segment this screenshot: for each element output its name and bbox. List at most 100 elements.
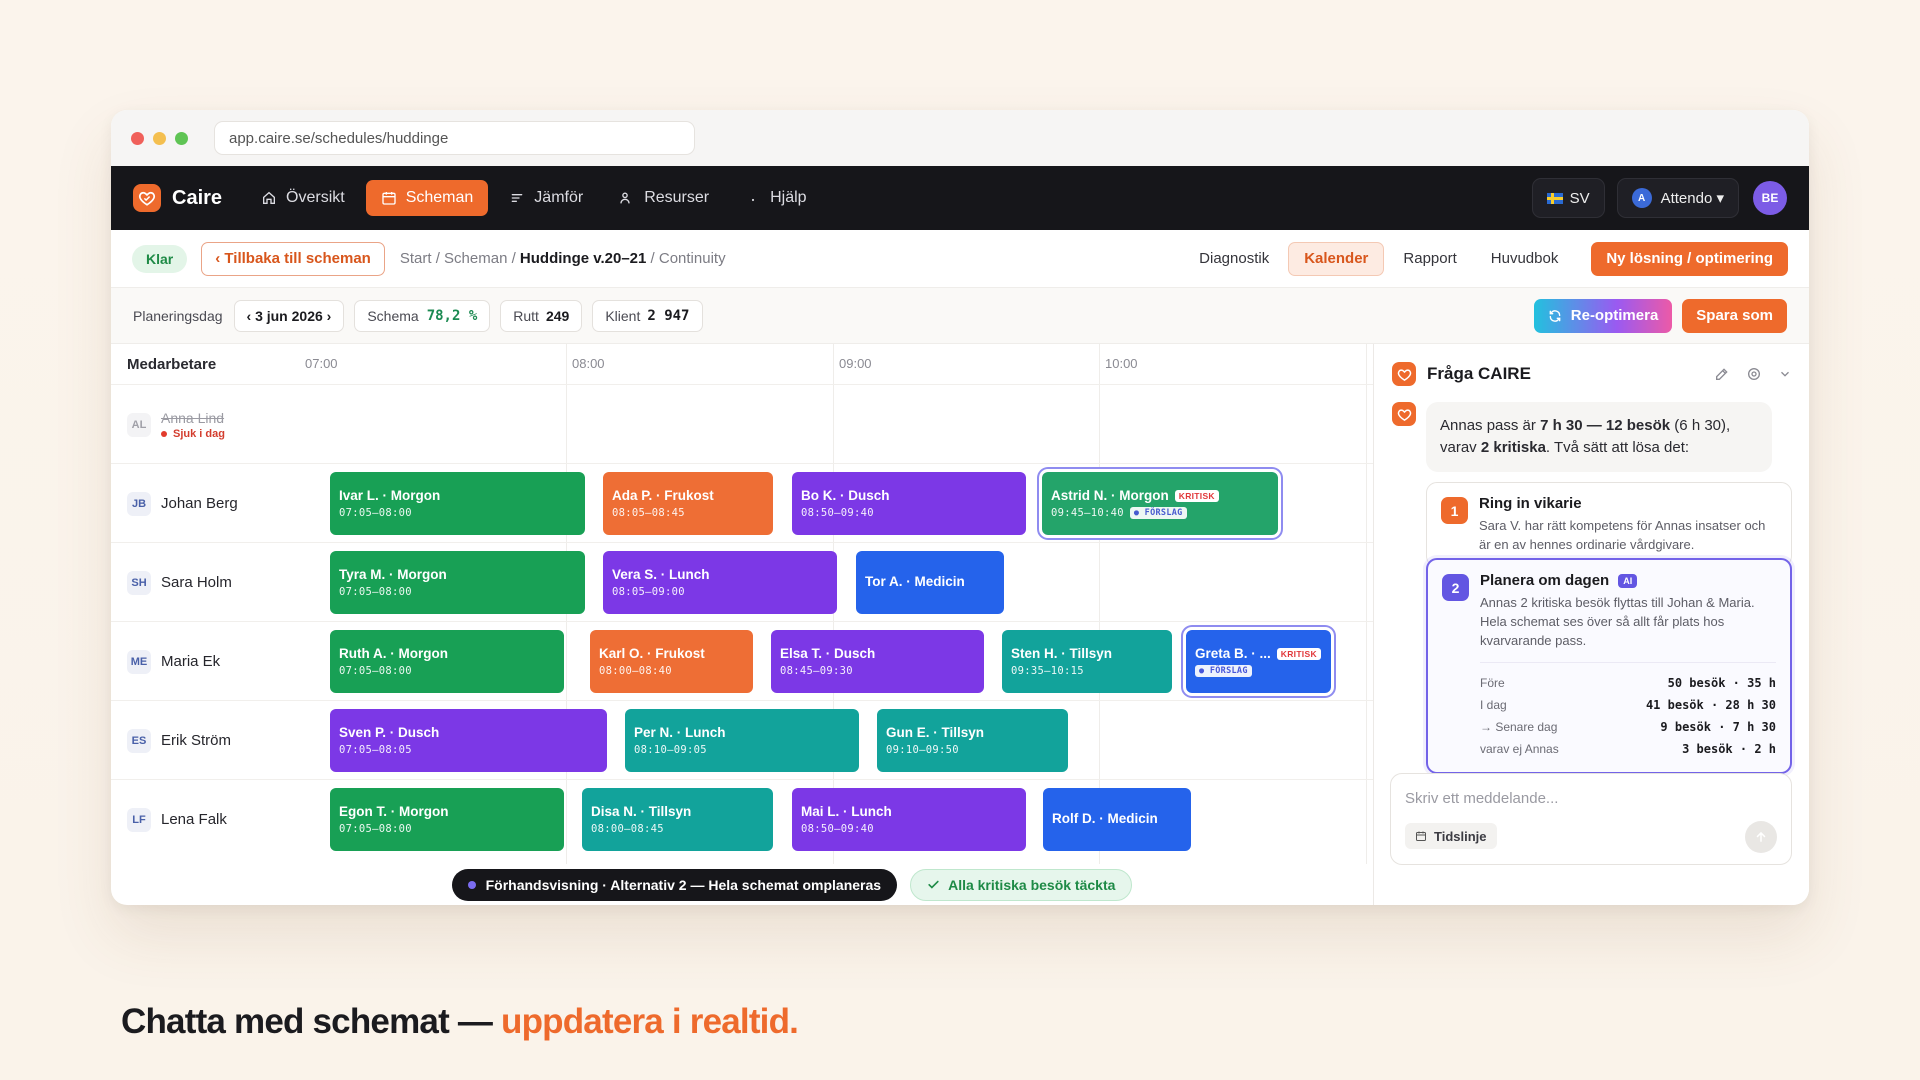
visit-block[interactable]: Ada P. · Frukost 08:05–08:45 — [603, 472, 773, 535]
timeline-chip[interactable]: Tidslinje — [1405, 823, 1497, 849]
tab-diagnostik[interactable]: Diagnostik — [1184, 242, 1284, 276]
option-card-2[interactable]: 2 Planera om dagen AI Annas 2 kritiska be… — [1426, 558, 1792, 774]
visit-block[interactable]: Ruth A. · Morgon 07:05–08:00 — [330, 630, 564, 693]
nav-item-hjälp[interactable]: Hjälp — [730, 180, 821, 216]
preview-pill[interactable]: Förhandsvisning · Alternativ 2 — Hela sc… — [451, 868, 898, 901]
assistant-message: Annas pass är 7 h 30 — 12 besök (6 h 30)… — [1426, 402, 1772, 472]
visit-time: 08:50–09:40 — [801, 507, 874, 519]
hour-label: 10:00 — [1105, 356, 1138, 371]
visit-block[interactable]: Sten H. · Tillsyn 09:35–10:15 — [1002, 630, 1172, 693]
visit-time: 07:05–08:00 — [339, 823, 412, 835]
hour-label: 08:00 — [572, 356, 605, 371]
visit-block[interactable]: Gun E. · Tillsyn 09:10–09:50 — [877, 709, 1068, 772]
visit-title: Gun E. · Tillsyn — [886, 725, 985, 740]
nav-item-översikt[interactable]: Översikt — [246, 180, 360, 216]
app-logo[interactable]: Caire — [133, 184, 222, 212]
save-as-button[interactable]: Spara som — [1682, 298, 1787, 333]
headline: Chatta med schemat — uppdatera i realtid… — [121, 1002, 799, 1042]
chat-header-actions — [1698, 366, 1792, 382]
employee-initials: JB — [127, 491, 151, 516]
main-area: Medarbetare 07:0008:0009:0010:0011:00 AL… — [111, 344, 1809, 905]
visit-block[interactable]: Rolf D. · Medicin — [1043, 788, 1191, 851]
preview-label: Förhandsvisning · Alternativ 2 — Hela sc… — [485, 876, 882, 893]
employee-row: ME Maria Ek Ruth A. · Morgon 07:05–08:00 Kar… — [111, 621, 1473, 700]
option-description: Annas 2 kritiska besök flyttas till Joha… — [1480, 595, 1755, 648]
tab-huvudbok[interactable]: Huvudbok — [1476, 242, 1574, 276]
employee-cell[interactable]: ES Erik Ström — [127, 701, 231, 780]
organization-switch[interactable]: A Attendo ▾ — [1616, 178, 1739, 218]
employee-cell[interactable]: LF Lena Falk — [127, 780, 227, 859]
chevron-down-icon[interactable] — [1778, 367, 1792, 381]
user-avatar[interactable]: BE — [1753, 181, 1787, 215]
message-emphasis: 7 h 30 — 12 besök — [1540, 417, 1671, 434]
breadcrumb-path[interactable]: Start / Scheman / — [400, 250, 520, 267]
option-number: 2 — [1442, 574, 1469, 601]
message-emphasis: 2 kritiska — [1480, 439, 1546, 456]
rutt-value: 249 — [545, 307, 570, 324]
message-input[interactable] — [1405, 786, 1735, 810]
nav-label: Jämför — [534, 189, 584, 206]
assistant-avatar-icon — [1392, 402, 1416, 426]
visit-block[interactable]: Egon T. · Morgon 07:05–08:00 — [330, 788, 564, 851]
option-number: 1 — [1441, 497, 1468, 524]
send-button[interactable] — [1745, 821, 1777, 853]
visit-block[interactable]: Elsa T. · Dusch 08:45–09:30 — [771, 630, 984, 693]
nav-item-jämför[interactable]: Jämför — [494, 180, 598, 216]
employee-initials: ES — [127, 728, 151, 753]
message-text: Annas pass är — [1440, 417, 1541, 434]
message-text: . Två sätt att lösa det: — [1545, 439, 1690, 456]
stat-value: 50 besök · 35 h — [1667, 676, 1776, 690]
visit-block[interactable]: Bo K. · Dusch 08:50–09:40 — [792, 472, 1026, 535]
rutt-label: Rutt — [513, 307, 539, 324]
reoptimize-button[interactable]: Re-optimera — [1533, 298, 1673, 333]
visit-block[interactable]: Per N. · Lunch 08:10–09:05 — [625, 709, 859, 772]
visit-title: Disa N. · Tillsyn — [591, 804, 692, 819]
employee-cell[interactable]: JB Johan Berg — [127, 464, 238, 543]
help-icon — [752, 198, 755, 202]
option-title: Ring in vikarie — [1479, 495, 1582, 512]
visit-time: 07:05–08:00 — [339, 586, 412, 598]
critical-covered-label: Alla kritiska besök täckta — [948, 876, 1116, 893]
maximize-dot[interactable] — [175, 131, 188, 145]
visit-time: 08:05–08:45 — [612, 507, 685, 519]
new-solution-button[interactable]: Ny lösning / optimering — [1591, 241, 1788, 276]
close-dot[interactable] — [131, 131, 144, 145]
address-bar[interactable]: app.caire.se/schedules/huddinge — [214, 121, 695, 155]
language-switch[interactable]: SV — [1531, 178, 1605, 218]
nav-label: Hjälp — [770, 189, 807, 206]
minimize-dot[interactable] — [153, 131, 166, 145]
visit-block[interactable]: Ivar L. · Morgon 07:05–08:00 — [330, 472, 585, 535]
chat-title: Fråga CAIRE — [1427, 364, 1531, 383]
visit-block[interactable]: Vera S. · Lunch 08:05–09:00 — [603, 551, 837, 614]
settings-icon[interactable] — [1746, 366, 1762, 382]
breadcrumb-current: Huddinge v.20–21 — [519, 250, 647, 267]
tab-kalender[interactable]: Kalender — [1288, 241, 1385, 276]
visit-block[interactable]: Disa N. · Tillsyn 08:00–08:45 — [582, 788, 773, 851]
klient-metric: Klient 2 947 — [592, 299, 703, 332]
nav-label: Översikt — [286, 189, 345, 206]
language-label: SV — [1569, 189, 1590, 207]
visit-block[interactable]: Astrid N. · Morgon KRITISK 09:45–10:40 ● FÖ… — [1039, 469, 1281, 538]
visit-block[interactable]: Mai L. · Lunch 08:50–09:40 — [792, 788, 1026, 851]
edit-icon[interactable] — [1714, 366, 1730, 382]
arrow-up-icon — [1756, 831, 1766, 842]
nav-item-scheman[interactable]: Scheman — [365, 180, 489, 216]
caire-heart-icon — [1392, 362, 1416, 386]
employee-cell[interactable]: AL Anna Lind Sjuk i dag — [127, 385, 225, 464]
critical-badge: KRITISK — [1276, 647, 1321, 660]
back-to-schedules-button[interactable]: ‹ Tillbaka till scheman — [201, 241, 385, 276]
tab-rapport[interactable]: Rapport — [1388, 242, 1471, 276]
employee-initials: SH — [127, 570, 151, 595]
option-card-1[interactable]: 1 Ring in vikarie Sara V. har rätt kompe… — [1426, 482, 1792, 567]
view-tabs: Diagnostik Kalender Rapport Huvudbok Ny … — [1180, 241, 1788, 276]
employee-cell[interactable]: SH Sara Holm — [127, 543, 232, 622]
visit-block[interactable]: Tyra M. · Morgon 07:05–08:00 — [330, 551, 585, 614]
visit-block[interactable]: Karl O. · Frukost 08:00–08:40 — [590, 630, 753, 693]
visit-block[interactable]: Tor A. · Medicin — [856, 551, 1004, 614]
date-picker[interactable]: ‹ 3 jun 2026 › — [233, 299, 345, 332]
employee-cell[interactable]: ME Maria Ek — [127, 622, 220, 701]
visit-block[interactable]: Greta B. · ... KRITISK ● FÖRSLAG — [1183, 627, 1334, 696]
visit-block[interactable]: Sven P. · Dusch 07:05–08:05 — [330, 709, 607, 772]
nav-item-resurser[interactable]: Resurser — [604, 180, 724, 216]
ai-badge: AI — [1618, 573, 1638, 588]
